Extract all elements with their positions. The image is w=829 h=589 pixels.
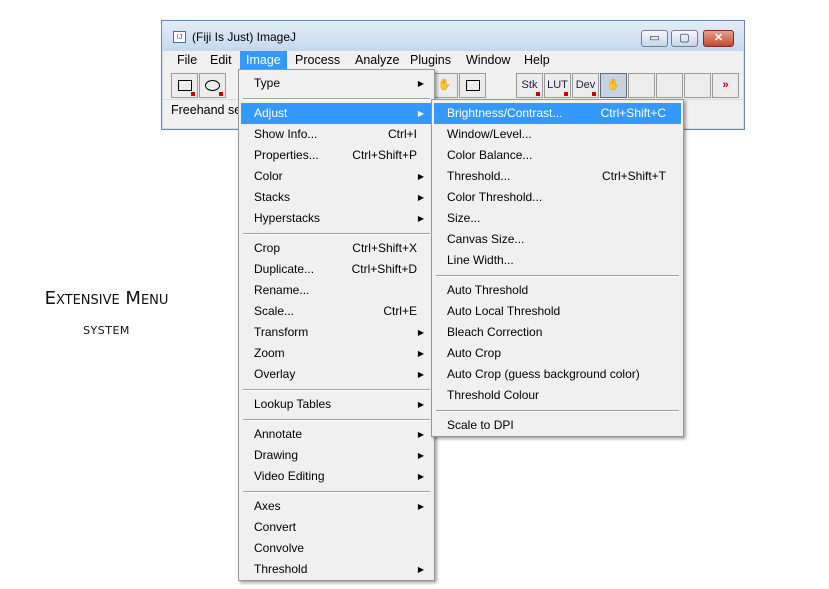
menu-item-video-editing[interactable]: Video Editing ▶ (241, 466, 432, 487)
menu-analyze[interactable]: Analyze (349, 51, 405, 71)
dev-tool[interactable]: Dev (572, 73, 599, 98)
menu-item-adjust[interactable]: Adjust ▶ (241, 103, 432, 124)
menu-item-rename[interactable]: Rename... (241, 280, 432, 301)
submenu-item-brightness-contrast[interactable]: Brightness/Contrast... Ctrl+Shift+C (434, 103, 681, 124)
submenu-item-scale-to-dpi[interactable]: Scale to DPI (434, 415, 681, 436)
submenu-item-auto-crop[interactable]: Auto Crop (434, 343, 681, 364)
menu-item-hyperstacks[interactable]: Hyperstacks ▶ (241, 208, 432, 229)
menu-edit[interactable]: Edit (204, 51, 238, 71)
menu-item-show-info[interactable]: Show Info... Ctrl+I (241, 124, 432, 145)
menu-item-scale[interactable]: Scale... Ctrl+E (241, 301, 432, 322)
lut-tool[interactable]: LUT (544, 73, 571, 98)
submenu-item-window-level[interactable]: Window/Level... (434, 124, 681, 145)
hand-icon: ✋ (437, 79, 452, 91)
menu-image[interactable]: Image (240, 51, 287, 71)
caption-line-2: system (83, 320, 130, 338)
menu-item-convolve[interactable]: Convolve (241, 538, 432, 559)
image-menu: Type ▶ Adjust ▶ Show Info... Ctrl+I Propert… (238, 69, 435, 581)
empty-tool-slot-3[interactable] (684, 73, 711, 98)
hand-pointer-icon: ✋ (606, 79, 621, 91)
submenu-item-line-width[interactable]: Line Width... (434, 250, 681, 271)
menu-item-duplicate[interactable]: Duplicate... Ctrl+Shift+D (241, 259, 432, 280)
menu-bar: File Edit Image Process Analyze Plugins … (163, 51, 743, 71)
submenu-item-threshold-colour[interactable]: Threshold Colour (434, 385, 681, 406)
submenu-item-color-threshold[interactable]: Color Threshold... (434, 187, 681, 208)
empty-tool-slot-1[interactable] (628, 73, 655, 98)
caption-line-1: Extensive Menu (44, 288, 169, 309)
lut-label: LUT (547, 79, 568, 91)
menu-item-annotate[interactable]: Annotate ▶ (241, 424, 432, 445)
more-tools-button[interactable]: » (712, 73, 739, 98)
oval-tool[interactable] (199, 73, 226, 98)
submenu-item-threshold[interactable]: Threshold... Ctrl+Shift+T (434, 166, 681, 187)
square-icon (465, 80, 480, 91)
submenu-item-auto-crop-guess-bg[interactable]: Auto Crop (guess background color) (434, 364, 681, 385)
menu-file[interactable]: File (171, 51, 203, 71)
menu-plugins[interactable]: Plugins (404, 51, 457, 71)
menu-item-color[interactable]: Color ▶ (241, 166, 432, 187)
submenu-item-bleach-correction[interactable]: Bleach Correction (434, 322, 681, 343)
menu-help[interactable]: Help (518, 51, 556, 71)
menu-item-zoom[interactable]: Zoom ▶ (241, 343, 432, 364)
dropper-tool[interactable] (459, 73, 486, 98)
maximize-button[interactable]: ▢ (671, 30, 698, 47)
stk-label: Stk (521, 79, 538, 91)
selected-hand-tool[interactable]: ✋ (600, 73, 627, 98)
adjust-submenu: Brightness/Contrast... Ctrl+Shift+C Windo… (431, 99, 684, 437)
menu-item-axes[interactable]: Axes ▶ (241, 496, 432, 517)
submenu-item-color-balance[interactable]: Color Balance... (434, 145, 681, 166)
menu-item-stacks[interactable]: Stacks ▶ (241, 187, 432, 208)
menu-item-properties[interactable]: Properties... Ctrl+Shift+P (241, 145, 432, 166)
rectangle-tool[interactable] (171, 73, 198, 98)
empty-tool-slot-2[interactable] (656, 73, 683, 98)
menu-item-crop[interactable]: Crop Ctrl+Shift+X (241, 238, 432, 259)
menu-item-lookup-tables[interactable]: Lookup Tables ▶ (241, 394, 432, 415)
submenu-item-size[interactable]: Size... (434, 208, 681, 229)
oval-icon (205, 80, 220, 91)
rectangle-icon (177, 80, 192, 91)
menu-window[interactable]: Window (460, 51, 516, 71)
stk-tool[interactable]: Stk (516, 73, 543, 98)
submenu-item-auto-local-threshold[interactable]: Auto Local Threshold (434, 301, 681, 322)
minimize-button[interactable]: ▭ (641, 30, 668, 47)
menu-item-type[interactable]: Type ▶ (241, 73, 432, 94)
menu-item-drawing[interactable]: Drawing ▶ (241, 445, 432, 466)
title-bar[interactable]: IJ (Fiji Is Just) ImageJ ▭ ▢ ✕ (162, 21, 744, 51)
window-title: (Fiji Is Just) ImageJ (192, 30, 297, 44)
submenu-item-canvas-size[interactable]: Canvas Size... (434, 229, 681, 250)
hand-tool[interactable]: ✋ (431, 73, 458, 98)
menu-item-overlay[interactable]: Overlay ▶ (241, 364, 432, 385)
imagej-app-icon: IJ (173, 31, 186, 43)
caption: Extensive Menu system (0, 284, 213, 344)
menu-item-transform[interactable]: Transform ▶ (241, 322, 432, 343)
dev-label: Dev (575, 79, 596, 91)
submenu-item-auto-threshold[interactable]: Auto Threshold (434, 280, 681, 301)
menu-process[interactable]: Process (289, 51, 346, 71)
close-button[interactable]: ✕ (703, 30, 734, 47)
menu-item-convert[interactable]: Convert (241, 517, 432, 538)
menu-item-threshold[interactable]: Threshold ▶ (241, 559, 432, 580)
